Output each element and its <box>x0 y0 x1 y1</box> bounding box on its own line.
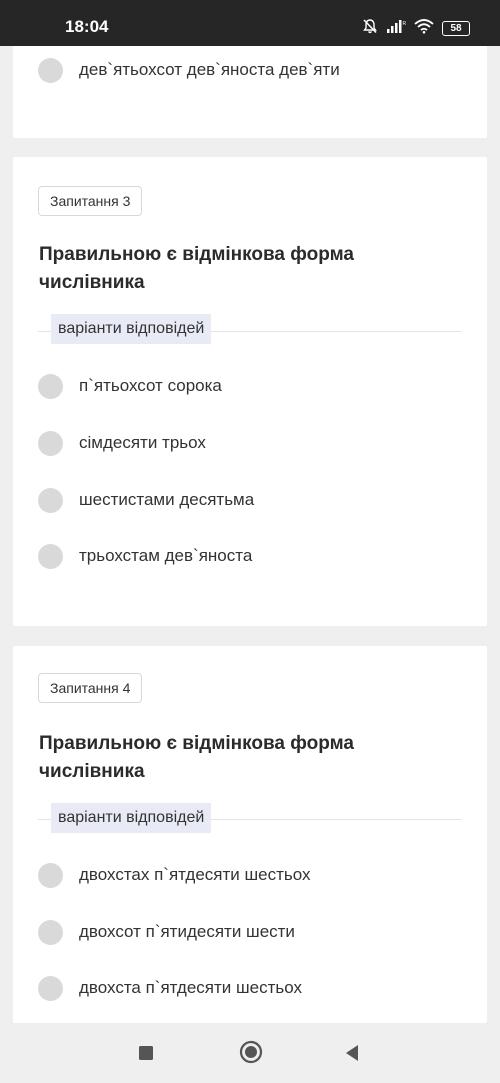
radio-button[interactable] <box>38 430 63 456</box>
recents-button[interactable] <box>138 1045 154 1066</box>
answer-option-label: двохсот п`ятидесяти шести <box>79 922 295 941</box>
battery-icon: 58 <box>442 20 470 36</box>
question-title: Правильною є відмінкова форма числівника <box>39 733 354 782</box>
answer-option-label: шестистами десятьма <box>79 490 255 509</box>
mute-icon <box>362 18 378 39</box>
question-title: Правильною є відмінкова форма числівника <box>39 244 354 293</box>
back-triangle-icon <box>346 1045 358 1061</box>
radio-button[interactable] <box>38 975 63 1001</box>
clock: 18:04 <box>65 17 109 36</box>
answer-option[interactable]: дев`ятьохсот дев`яноста дев`яти <box>38 57 340 83</box>
radio-button[interactable] <box>38 57 63 83</box>
signal-icon: R <box>386 19 407 38</box>
navigation-bar <box>0 1023 500 1083</box>
answer-option-label: трьохстам дев`яноста <box>79 546 253 565</box>
answer-option-label: п`ятьохсот сорока <box>79 376 222 395</box>
question-card-4: Запитання 4 Правильною є відмінкова форм… <box>13 646 487 1023</box>
status-bar: 18:04 R 58 <box>0 0 500 46</box>
answer-option[interactable]: шестистами десятьма <box>38 487 254 513</box>
answer-option[interactable]: двохстах п`ятдесяти шестьох <box>38 862 310 888</box>
answer-option[interactable]: трьохстам дев`яноста <box>38 543 252 569</box>
question-number-badge: Запитання 4 <box>38 673 143 703</box>
answer-option-label: двохстах п`ятдесяти шестьох <box>79 865 311 884</box>
answer-option-label: двохста п`ятдесяти шестьох <box>79 978 302 997</box>
answer-option[interactable]: двохста п`ятдесяти шестьох <box>38 975 302 1001</box>
radio-button[interactable] <box>38 543 63 569</box>
answer-option-label: дев`ятьохсот дев`яноста дев`яти <box>79 60 340 79</box>
battery-level: 58 <box>450 22 462 34</box>
radio-button[interactable] <box>38 487 63 513</box>
question-card-3: Запитання 3 Правильною є відмінкова форм… <box>13 157 487 626</box>
radio-button[interactable] <box>38 373 63 399</box>
answer-option[interactable]: сімдесяти трьох <box>38 430 206 456</box>
answer-option-label: сімдесяти трьох <box>79 433 206 452</box>
wifi-icon <box>414 18 434 39</box>
square-icon <box>139 1046 153 1060</box>
answers-label: варіанти відповідей <box>51 314 212 344</box>
radio-button[interactable] <box>38 919 63 945</box>
circle-icon <box>239 1040 263 1064</box>
radio-button[interactable] <box>38 862 63 888</box>
answer-option[interactable]: п`ятьохсот сорока <box>38 373 222 399</box>
svg-text:R: R <box>403 21 407 27</box>
question-card-previous: дев`ятьохсот дев`яноста дев`яти <box>13 46 487 138</box>
answer-option[interactable]: двохсот п`ятидесяти шести <box>38 919 295 945</box>
status-icons: R 58 <box>362 18 470 39</box>
question-number-badge: Запитання 3 <box>38 186 143 216</box>
back-button[interactable] <box>344 1044 360 1067</box>
answers-label: варіанти відповідей <box>51 803 212 833</box>
home-button[interactable] <box>239 1040 263 1069</box>
